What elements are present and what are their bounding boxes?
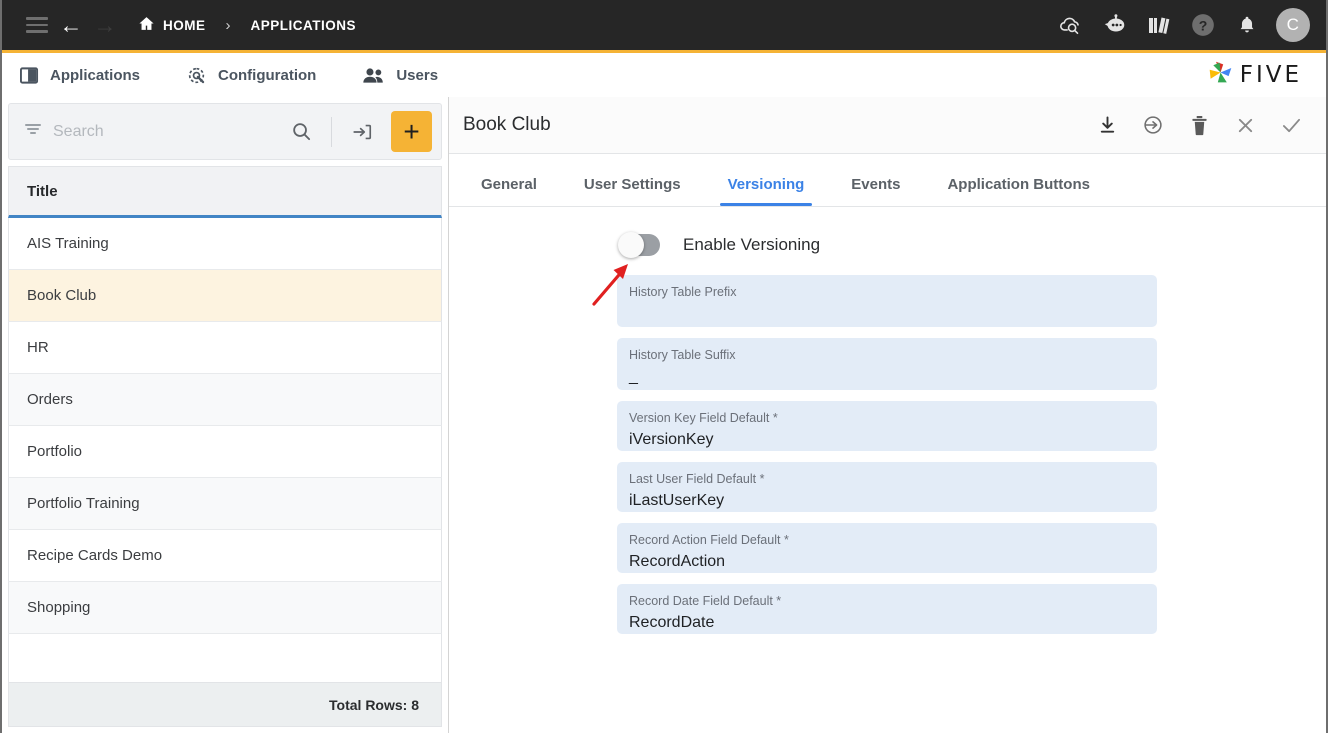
page-title: Book Club	[463, 114, 551, 135]
field-label: Version Key Field Default *	[629, 411, 778, 425]
nav-item-users-label: Users	[396, 66, 439, 84]
list-item[interactable]: Shopping	[8, 582, 442, 634]
field-value: RecordDate	[629, 613, 715, 631]
tab-versioning[interactable]: Versioning	[718, 176, 815, 206]
field-label: Record Action Field Default *	[629, 533, 789, 547]
export-circle-arrow-icon[interactable]	[1140, 112, 1166, 138]
save-check-icon[interactable]	[1278, 112, 1304, 138]
list-item[interactable]: Book Club	[8, 270, 442, 322]
chat-bot-icon[interactable]	[1100, 10, 1130, 40]
top-navigation-bar: ← → HOME › APPLICATIONS ? C	[2, 0, 1326, 53]
add-button[interactable]: +	[391, 111, 432, 152]
enable-versioning-label: Enable Versioning	[683, 235, 821, 254]
topbar-actions: ? C	[1056, 8, 1310, 42]
field-record-action-field-default[interactable]: Record Action Field Default * RecordActi…	[617, 523, 1157, 573]
field-value: iVersionKey	[629, 430, 714, 448]
sidebar-panel: + Title AIS Training Book Club HR Orders…	[2, 97, 449, 733]
toolbar-divider	[331, 116, 332, 147]
cloud-search-icon[interactable]	[1056, 10, 1086, 40]
nav-item-applications[interactable]: Applications	[20, 66, 140, 85]
enable-versioning-row: Enable Versioning	[618, 232, 1326, 258]
breadcrumb-home[interactable]: HOME	[138, 15, 206, 35]
nav-item-users[interactable]: Users	[362, 66, 438, 85]
field-value: RecordAction	[629, 552, 726, 570]
list-item-label: Portfolio	[27, 443, 83, 460]
tab-user-settings[interactable]: User Settings	[574, 176, 691, 206]
list-item-label: AIS Training	[27, 235, 109, 252]
list-item[interactable]: Orders	[8, 374, 442, 426]
list-item-label: Shopping	[27, 599, 91, 616]
list-item[interactable]: AIS Training	[8, 218, 442, 270]
field-label: History Table Prefix	[629, 285, 737, 299]
tab-general[interactable]: General	[471, 176, 547, 206]
field-history-table-prefix[interactable]: History Table Prefix	[617, 275, 1157, 327]
field-label: Record Date Field Default *	[629, 594, 782, 608]
list-item-label: Recipe Cards Demo	[27, 547, 163, 564]
field-version-key-field-default[interactable]: Version Key Field Default * iVersionKey	[617, 401, 1157, 451]
search-icon[interactable]	[286, 117, 316, 147]
field-last-user-field-default[interactable]: Last User Field Default * iLastUserKey	[617, 462, 1157, 512]
nav-item-applications-label: Applications	[50, 66, 141, 84]
tab-events[interactable]: Events	[841, 176, 910, 206]
list-item[interactable]: HR	[8, 322, 442, 374]
field-record-date-field-default[interactable]: Record Date Field Default * RecordDate	[617, 584, 1157, 634]
enable-versioning-toggle[interactable]	[618, 232, 660, 258]
filter-icon[interactable]	[23, 119, 43, 144]
field-history-table-suffix[interactable]: History Table Suffix _	[617, 338, 1157, 390]
list-item-label: Portfolio Training	[27, 495, 140, 512]
field-value: _	[629, 367, 638, 385]
brand-logo: FIVE	[1207, 59, 1310, 91]
arrow-forward-icon[interactable]: →	[88, 8, 122, 42]
field-value: iLastUserKey	[629, 491, 725, 509]
toggle-knob	[618, 232, 644, 258]
list-column-header[interactable]: Title	[8, 166, 442, 218]
home-icon	[138, 15, 155, 35]
nav-item-configuration-label: Configuration	[218, 66, 317, 84]
notifications-bell-icon[interactable]	[1232, 10, 1262, 40]
search-bar: +	[8, 103, 442, 160]
breadcrumb-current-label: APPLICATIONS	[250, 17, 357, 33]
gear-wrench-icon	[186, 65, 207, 86]
close-x-icon[interactable]	[1232, 112, 1258, 138]
list-item[interactable]: Portfolio	[8, 426, 442, 478]
import-arrow-icon[interactable]	[347, 117, 377, 147]
tab-application-buttons[interactable]: Application Buttons	[937, 176, 1100, 206]
panel-layout-icon	[20, 66, 39, 85]
detail-panel: Book Club General User Settings Versioni…	[449, 97, 1326, 733]
list-item[interactable]: Recipe Cards Demo	[8, 530, 442, 582]
application-list: AIS Training Book Club HR Orders Portfol…	[8, 218, 442, 682]
five-pinwheel-logo-icon	[1207, 59, 1234, 91]
help-icon[interactable]: ?	[1188, 10, 1218, 40]
detail-panel-actions	[1094, 112, 1304, 138]
total-rows-label: Total Rows: 8	[8, 682, 442, 727]
hamburger-menu-icon[interactable]	[20, 8, 54, 42]
search-input[interactable]	[53, 122, 276, 141]
breadcrumb-home-label: HOME	[163, 17, 206, 33]
versioning-form: Enable Versioning History Table Prefix H…	[449, 207, 1326, 733]
list-item-label: Book Club	[27, 287, 97, 304]
breadcrumb: HOME › APPLICATIONS	[138, 15, 356, 35]
brand-label: FIVE	[1239, 62, 1302, 88]
app-window: ← → HOME › APPLICATIONS ? C Applications…	[0, 0, 1328, 733]
detail-panel-header: Book Club	[449, 97, 1326, 154]
list-item-label: HR	[27, 339, 49, 356]
avatar[interactable]: C	[1276, 8, 1310, 42]
download-icon[interactable]	[1094, 112, 1120, 138]
list-item[interactable]: Portfolio Training	[8, 478, 442, 530]
arrow-back-icon[interactable]: ←	[54, 8, 88, 42]
list-item-label: Orders	[27, 391, 73, 408]
nav-item-configuration[interactable]: Configuration	[186, 65, 316, 86]
field-label: Last User Field Default *	[629, 472, 765, 486]
users-icon	[362, 66, 385, 85]
books-library-icon[interactable]	[1144, 10, 1174, 40]
delete-trash-icon[interactable]	[1186, 112, 1212, 138]
svg-text:?: ?	[1199, 17, 1208, 33]
main-body: + Title AIS Training Book Club HR Orders…	[2, 97, 1326, 733]
secondary-navigation-bar: Applications Configuration Users FIVE	[2, 53, 1326, 97]
field-label: History Table Suffix	[629, 348, 736, 362]
detail-tabs: General User Settings Versioning Events …	[449, 154, 1326, 207]
field-list: History Table Prefix History Table Suffi…	[617, 275, 1157, 634]
chevron-right-icon: ›	[225, 16, 231, 34]
list-item-empty	[8, 634, 442, 682]
